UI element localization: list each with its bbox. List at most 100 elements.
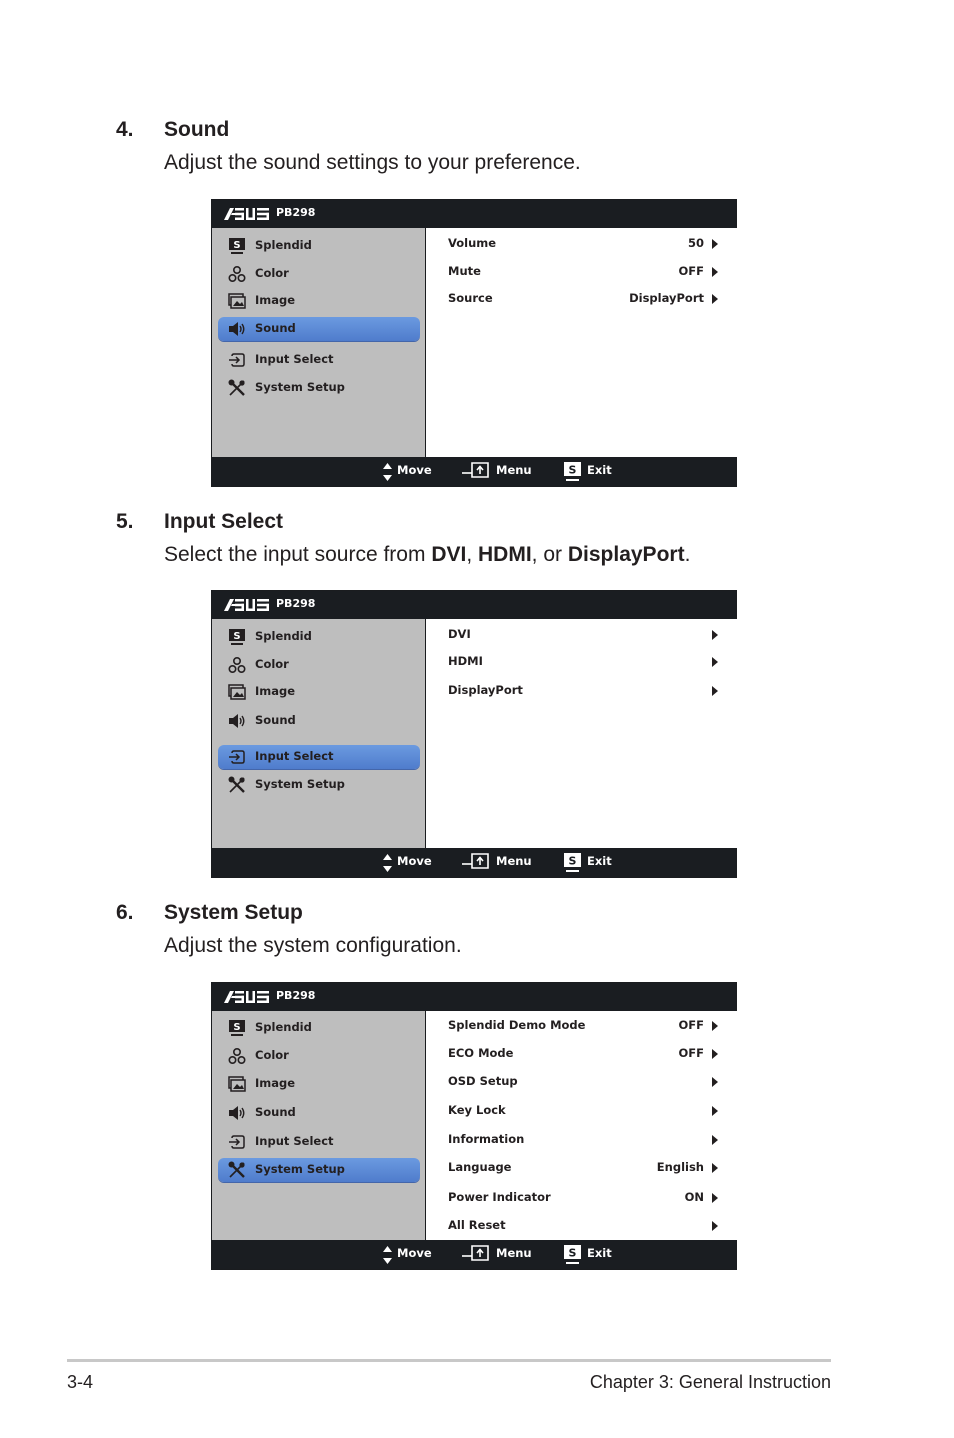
asus-logo-icon [224, 991, 269, 1003]
menu-item-label: Sound [255, 1105, 296, 1119]
menu-item-label: Input Select [255, 749, 334, 763]
description-text: Select the input source from [164, 543, 432, 566]
menu-item-splendid[interactable]: S Splendid [218, 1016, 420, 1040]
menu-item-sound[interactable]: Sound [218, 317, 420, 341]
chevron-right-icon [712, 686, 718, 696]
splendid-icon: S [228, 628, 246, 646]
osd-submenu: Splendid Demo Mode OFF ECO Mode OFF OSD Setu… [426, 1011, 737, 1240]
chevron-right-icon [712, 1049, 718, 1059]
option-value: English [656, 1160, 704, 1174]
page-number: 3-4 [67, 1372, 94, 1392]
submenu-option-hdmi[interactable]: HDMI [448, 654, 718, 672]
submenu-option-volume[interactable]: Volume 50 [448, 236, 718, 254]
submenu-option-key-lock[interactable]: Key Lock [448, 1103, 718, 1121]
option-label: Volume [448, 236, 497, 250]
submenu-option-osd-setup[interactable]: OSD Setup [448, 1074, 718, 1092]
move-hint: Move [397, 463, 432, 477]
menu-item-color[interactable]: Color [218, 1044, 420, 1068]
menu-item-splendid[interactable]: S Splendid [218, 234, 420, 258]
chevron-right-icon [712, 1193, 718, 1203]
menu-enter-icon [462, 853, 489, 869]
option-label: OSD Setup [448, 1074, 518, 1088]
input-select-icon [228, 1133, 246, 1151]
menu-item-label: Splendid [255, 629, 312, 643]
move-arrows-icon [383, 854, 392, 872]
svg-text:S: S [233, 631, 240, 642]
svg-text:S: S [569, 1247, 577, 1260]
asus-logo-icon [224, 599, 269, 611]
option-label: ECO Mode [448, 1046, 514, 1060]
image-icon [228, 1075, 246, 1093]
menu-item-sound[interactable]: Sound [218, 1101, 420, 1125]
osd-footer: Move Menu S Exit [212, 1240, 736, 1269]
submenu-option-eco-mode[interactable]: ECO Mode OFF [448, 1046, 718, 1064]
menu-item-image[interactable]: Image [218, 680, 420, 704]
sound-icon [228, 1104, 246, 1122]
model-name: PB298 [276, 597, 316, 610]
submenu-option-power-indicator[interactable]: Power Indicator ON [448, 1190, 718, 1208]
submenu-option-splendid-demo-mode[interactable]: Splendid Demo Mode OFF [448, 1018, 718, 1036]
section-description: Select the input source from DVI, HDMI, … [164, 543, 690, 567]
menu-hint: Menu [496, 463, 532, 477]
menu-item-label: Color [255, 266, 289, 280]
menu-hint: Menu [496, 1246, 532, 1260]
menu-item-image[interactable]: Image [218, 1072, 420, 1096]
menu-item-splendid[interactable]: S Splendid [218, 625, 420, 649]
sound-icon [228, 320, 246, 338]
svg-text:S: S [233, 240, 240, 251]
description-text: . [684, 543, 691, 566]
sound-icon [228, 712, 246, 730]
osd-screenshot: PB298 S Splendid Color Image Sound Input Selec… [211, 590, 737, 878]
section-number: 5. [116, 510, 134, 533]
menu-item-system-setup[interactable]: System Setup [218, 376, 420, 400]
submenu-option-dvi[interactable]: DVI [448, 627, 718, 645]
menu-item-system-setup[interactable]: System Setup [218, 1158, 420, 1182]
menu-item-input-select[interactable]: Input Select [218, 1130, 420, 1154]
menu-item-color[interactable]: Color [218, 653, 420, 677]
chevron-right-icon [712, 239, 718, 249]
exit-hint: Exit [587, 854, 612, 868]
color-icon [228, 265, 246, 283]
menu-item-input-select[interactable]: Input Select [218, 745, 420, 769]
option-label: Key Lock [448, 1103, 506, 1117]
submenu-option-information[interactable]: Information [448, 1132, 718, 1150]
option-label: Information [448, 1132, 525, 1146]
option-label: DVI [448, 627, 471, 641]
image-icon [228, 292, 246, 310]
submenu-option-mute[interactable]: Mute OFF [448, 264, 718, 282]
description-text: , or [531, 543, 568, 566]
menu-item-color[interactable]: Color [218, 262, 420, 286]
exit-hint: Exit [587, 1246, 612, 1260]
option-label: Power Indicator [448, 1190, 551, 1204]
submenu-option-displayport[interactable]: DisplayPort [448, 683, 718, 701]
chevron-right-icon [712, 1077, 718, 1087]
submenu-option-all-reset[interactable]: All Reset [448, 1218, 718, 1236]
option-label: All Reset [448, 1218, 506, 1232]
osd-main-menu: S Splendid Color Image Sound Input Select Syst… [212, 228, 426, 457]
exit-s-key-icon: S [564, 1245, 581, 1264]
submenu-option-source[interactable]: Source DisplayPort [448, 291, 718, 309]
section-number: 6. [116, 901, 134, 924]
menu-item-input-select[interactable]: Input Select [218, 348, 420, 372]
osd-submenu: Volume 50 Mute OFF Source DisplayPort [426, 228, 737, 457]
chevron-right-icon [712, 1106, 718, 1116]
emphasis-text: HDMI [478, 543, 532, 566]
model-name: PB298 [276, 206, 316, 219]
option-label: Splendid Demo Mode [448, 1018, 586, 1032]
menu-item-image[interactable]: Image [218, 289, 420, 313]
menu-item-system-setup[interactable]: System Setup [218, 773, 420, 797]
emphasis-text: DVI [431, 543, 467, 566]
menu-enter-icon [462, 462, 489, 478]
section-description: Adjust the system configuration. [164, 934, 462, 958]
chevron-right-icon [712, 1135, 718, 1145]
description-text: , [466, 543, 478, 566]
osd-main-menu: S Splendid Color Image Sound Input Select Syst… [212, 1011, 426, 1240]
option-label: Language [448, 1160, 512, 1174]
chevron-right-icon [712, 1021, 718, 1031]
menu-item-label: System Setup [255, 380, 345, 394]
menu-item-sound[interactable]: Sound [218, 709, 420, 733]
menu-item-label: Input Select [255, 352, 334, 366]
menu-item-label: Sound [255, 321, 296, 335]
svg-text:S: S [569, 464, 577, 477]
submenu-option-language[interactable]: Language English [448, 1160, 718, 1178]
